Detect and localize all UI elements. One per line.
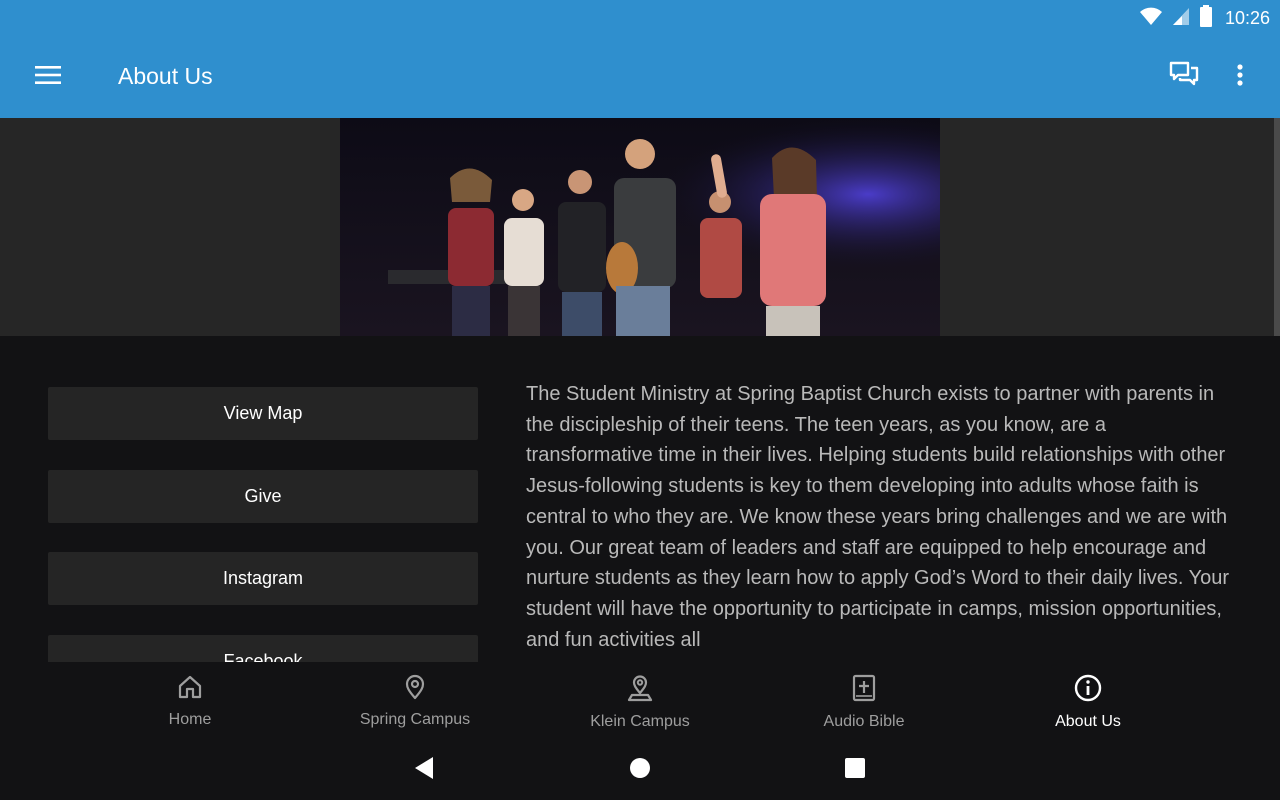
battery-icon (1199, 4, 1213, 32)
overflow-menu-button[interactable] (1216, 53, 1264, 101)
facebook-button[interactable]: Facebook (48, 635, 478, 662)
nav-klein-campus-label: Klein Campus (590, 713, 690, 730)
page-title: About Us (118, 63, 213, 89)
location-pin-icon (402, 662, 428, 705)
nav-about-us[interactable]: About Us (998, 662, 1178, 740)
nav-home[interactable]: Home (100, 662, 280, 740)
back-button[interactable] (400, 750, 448, 790)
nav-about-us-label: About Us (1055, 713, 1121, 730)
app-bar: About Us (0, 36, 1280, 118)
recents-button[interactable] (831, 750, 879, 790)
chat-icon (1169, 61, 1199, 94)
location-pin-base-icon (626, 662, 654, 707)
view-map-button[interactable]: View Map (48, 387, 478, 440)
recents-square-icon (844, 757, 866, 784)
banner-photo (340, 118, 940, 336)
nav-home-label: Home (168, 711, 212, 728)
nav-audio-bible-label: Audio Bible (823, 713, 905, 730)
home-icon (177, 662, 203, 705)
chat-button[interactable] (1160, 53, 1208, 101)
give-button[interactable]: Give (48, 470, 478, 523)
nav-audio-bible[interactable]: Audio Bible (774, 662, 954, 740)
status-bar: 10:26 (0, 0, 1280, 36)
back-triangle-icon (413, 756, 435, 785)
nav-spring-campus[interactable]: Spring Campus (325, 662, 505, 740)
status-icons: 10:26 (1139, 4, 1270, 32)
bottom-navigation: Home Spring Campus Klein Campus Audio Bi… (0, 662, 1280, 740)
info-icon (1074, 662, 1102, 707)
instagram-button[interactable]: Instagram (48, 552, 478, 605)
system-navigation-bar (0, 740, 1280, 800)
nav-spring-campus-label: Spring Campus (359, 711, 471, 728)
home-circle-icon (629, 757, 651, 784)
about-description: The Student Ministry at Spring Baptist C… (526, 383, 1229, 651)
bible-icon (851, 662, 877, 707)
menu-button[interactable] (24, 53, 72, 101)
hamburger-menu-icon (35, 65, 61, 89)
wifi-icon (1139, 6, 1163, 31)
cell-signal-icon (1171, 6, 1191, 31)
nav-klein-campus[interactable]: Klein Campus (550, 662, 730, 740)
content-area: View Map Give Instagram Facebook The Stu… (0, 336, 1280, 662)
status-clock: 10:26 (1224, 7, 1270, 28)
more-vert-icon (1237, 63, 1243, 91)
banner (0, 118, 1280, 336)
home-system-button[interactable] (616, 750, 664, 790)
